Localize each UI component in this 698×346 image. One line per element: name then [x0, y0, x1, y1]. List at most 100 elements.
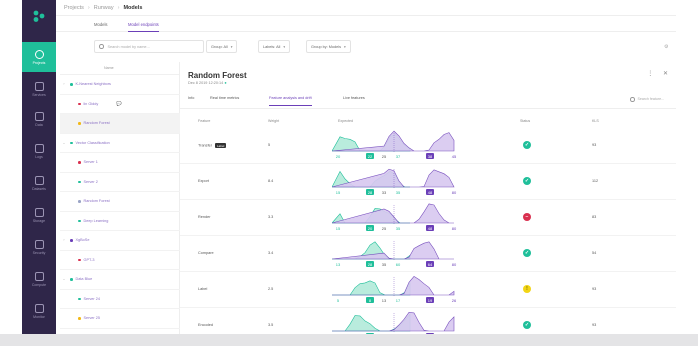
sidebar-item-label: Datasets	[32, 186, 46, 191]
tree-item-label: Data Blue	[75, 277, 93, 282]
sidebar-item-label: Data	[35, 122, 43, 127]
feature-cell: Transfer Label	[198, 143, 227, 148]
breadcrumb-projects[interactable]: Projects	[64, 5, 84, 11]
column-header-kls: KLS	[592, 119, 599, 123]
status-dot-icon	[70, 141, 73, 144]
sidebar-item-label: Compute	[31, 282, 47, 287]
expected-distribution	[332, 280, 411, 296]
app-logo[interactable]	[22, 0, 56, 32]
column-header-feature: Feature	[198, 119, 211, 123]
breadcrumb-separator: ›	[117, 4, 120, 11]
feature-name: Label	[198, 287, 208, 291]
sidebar-item-data[interactable]: Data	[22, 104, 56, 134]
status-dot-icon	[78, 258, 81, 261]
distribution-value-label: 45	[452, 154, 457, 159]
actual-distribution	[332, 276, 455, 296]
distribution-value-label: 33	[382, 190, 387, 195]
feature-name: Transfer	[198, 143, 212, 148]
tree-item-label: Random Forest	[83, 121, 110, 126]
tree-item[interactable]: ⌄ Data Blue	[60, 270, 180, 290]
tree-item[interactable]: Server 2	[60, 173, 180, 192]
weight-cell: 3.4	[268, 251, 274, 255]
table-row[interactable]: Transfer Label 5 20 22 25 37 38 45 ✓ 93	[180, 128, 676, 164]
tree-item[interactable]: › XgBoSe	[60, 231, 180, 251]
kls-cell: 93	[592, 323, 597, 327]
tree-item-label: GPT-3	[83, 257, 95, 262]
sidebar-item-projects[interactable]: Projects	[22, 42, 56, 72]
distribution-value-label: 35	[396, 190, 401, 195]
table-row[interactable]: Render 3.3 15 20 25 35 48 80 − 83	[180, 200, 676, 236]
status-dot-icon	[70, 83, 73, 86]
group-filter-dropdown[interactable]: Group: All ▾	[206, 40, 238, 53]
tree-item[interactable]: GPT-3	[60, 251, 180, 270]
status-ok-icon: ✓	[523, 249, 531, 257]
tree-item[interactable]: ⌄ Vector Classification	[60, 134, 180, 153]
table-row[interactable]: Compare 3.4 13 28 35 60 64 80 ✓ 54	[180, 236, 676, 272]
expand-chevron-icon[interactable]: ›	[60, 238, 68, 242]
table-row[interactable]: Encoded 3.5 112225272835 ✓ 93	[180, 308, 676, 334]
sidebar-item-monitor[interactable]: Monitor	[22, 296, 56, 326]
group-filter-value: Group: All	[211, 44, 228, 49]
status-ok-icon: ✓	[523, 321, 531, 329]
status-warning-icon: !	[523, 285, 531, 293]
distribution-value-label: 17	[396, 298, 401, 303]
expand-chevron-icon[interactable]: ›	[60, 82, 68, 86]
labels-filter-dropdown[interactable]: Labels: All ▾	[258, 40, 291, 53]
tree-item[interactable]: Random Forest	[60, 192, 180, 212]
table-row[interactable]: Label 2.5 5 8 13 17 19 26! 93	[180, 272, 676, 308]
settings-icon[interactable]: ⚙	[664, 44, 668, 50]
tree-item-label: Deep Learning	[83, 218, 109, 223]
distribution-value-label: 13	[336, 262, 341, 267]
tab-live-features[interactable]: Live features	[343, 96, 365, 106]
distribution-value-label: 15	[336, 226, 341, 231]
close-icon[interactable]: ✕	[663, 71, 668, 77]
expand-chevron-icon[interactable]: ⌄	[60, 141, 68, 145]
weight-cell: 8.4	[268, 179, 274, 183]
tree-item[interactable]: Random Forest	[60, 114, 180, 134]
model-search-input[interactable]: Search model by name...	[94, 40, 204, 53]
tree-item[interactable]: Server 25	[60, 309, 180, 329]
more-vertical-icon[interactable]: ⋮	[647, 71, 653, 77]
distribution-value-label: 38	[428, 154, 433, 159]
labels-filter-value: Labels: All	[263, 44, 281, 49]
sidebar-item-label: Projects	[32, 60, 46, 65]
sidebar-item-datasets[interactable]: Datasets	[22, 168, 56, 198]
tree-item[interactable]: › K-Nearest Neighbors	[60, 75, 180, 95]
tab-model-endpoints[interactable]: Model endpoints	[128, 18, 159, 32]
feature-name: Render	[198, 215, 211, 219]
tree-item[interactable]: lin Giddy 💬	[60, 95, 180, 114]
tree-item-label: Server 1	[83, 160, 98, 165]
security-icon	[34, 239, 44, 249]
tab-real-time-metrics[interactable]: Real time metrics	[210, 96, 239, 106]
feature-name: Compare	[198, 251, 214, 255]
actual-distribution	[332, 203, 454, 224]
sidebar-item-storage[interactable]: Storage	[22, 200, 56, 230]
sidebar-item-services[interactable]: Services	[22, 74, 56, 104]
status-dot-icon	[78, 102, 81, 105]
sidebar-item-logs[interactable]: Logs	[22, 136, 56, 166]
distribution-value-label: 48	[428, 190, 433, 195]
comment-icon[interactable]: 💬	[116, 101, 122, 107]
filter-bar: Search model by name... Group: All ▾ Labe…	[56, 36, 676, 56]
tab-info[interactable]: Info	[188, 96, 194, 106]
weight-cell: 2.5	[268, 287, 274, 291]
feature-search-input[interactable]: Search feature...	[630, 97, 664, 102]
tab-feature-analysis[interactable]: Feature analysis and drift	[269, 96, 312, 106]
model-tabs: Models Model endpoints	[56, 18, 676, 32]
table-row[interactable]: Export 8.4 15 28 33 35 48 80 ✓ 112	[180, 164, 676, 200]
sidebar-item-compute[interactable]: Compute	[22, 264, 56, 294]
group-by-dropdown[interactable]: Group by: Models ▾	[306, 40, 351, 53]
feature-search-placeholder: Search feature...	[637, 97, 665, 102]
breadcrumb-runway[interactable]: Runway	[94, 5, 114, 11]
tree-item[interactable]: Server 24	[60, 290, 180, 309]
breadcrumb: Projects › Runway › Models	[56, 0, 676, 16]
distribution-value-label: 35	[382, 262, 387, 267]
sidebar-item-security[interactable]: Security	[22, 232, 56, 262]
tab-models[interactable]: Models	[94, 18, 108, 32]
expand-chevron-icon[interactable]: ⌄	[60, 277, 68, 281]
distribution-value-label: 80	[452, 262, 457, 267]
tree-item[interactable]: Deep Learning	[60, 212, 180, 231]
weight-cell: 3.5	[268, 323, 274, 327]
column-header-expected: Expected	[338, 119, 353, 123]
tree-item[interactable]: Server 1	[60, 153, 180, 173]
